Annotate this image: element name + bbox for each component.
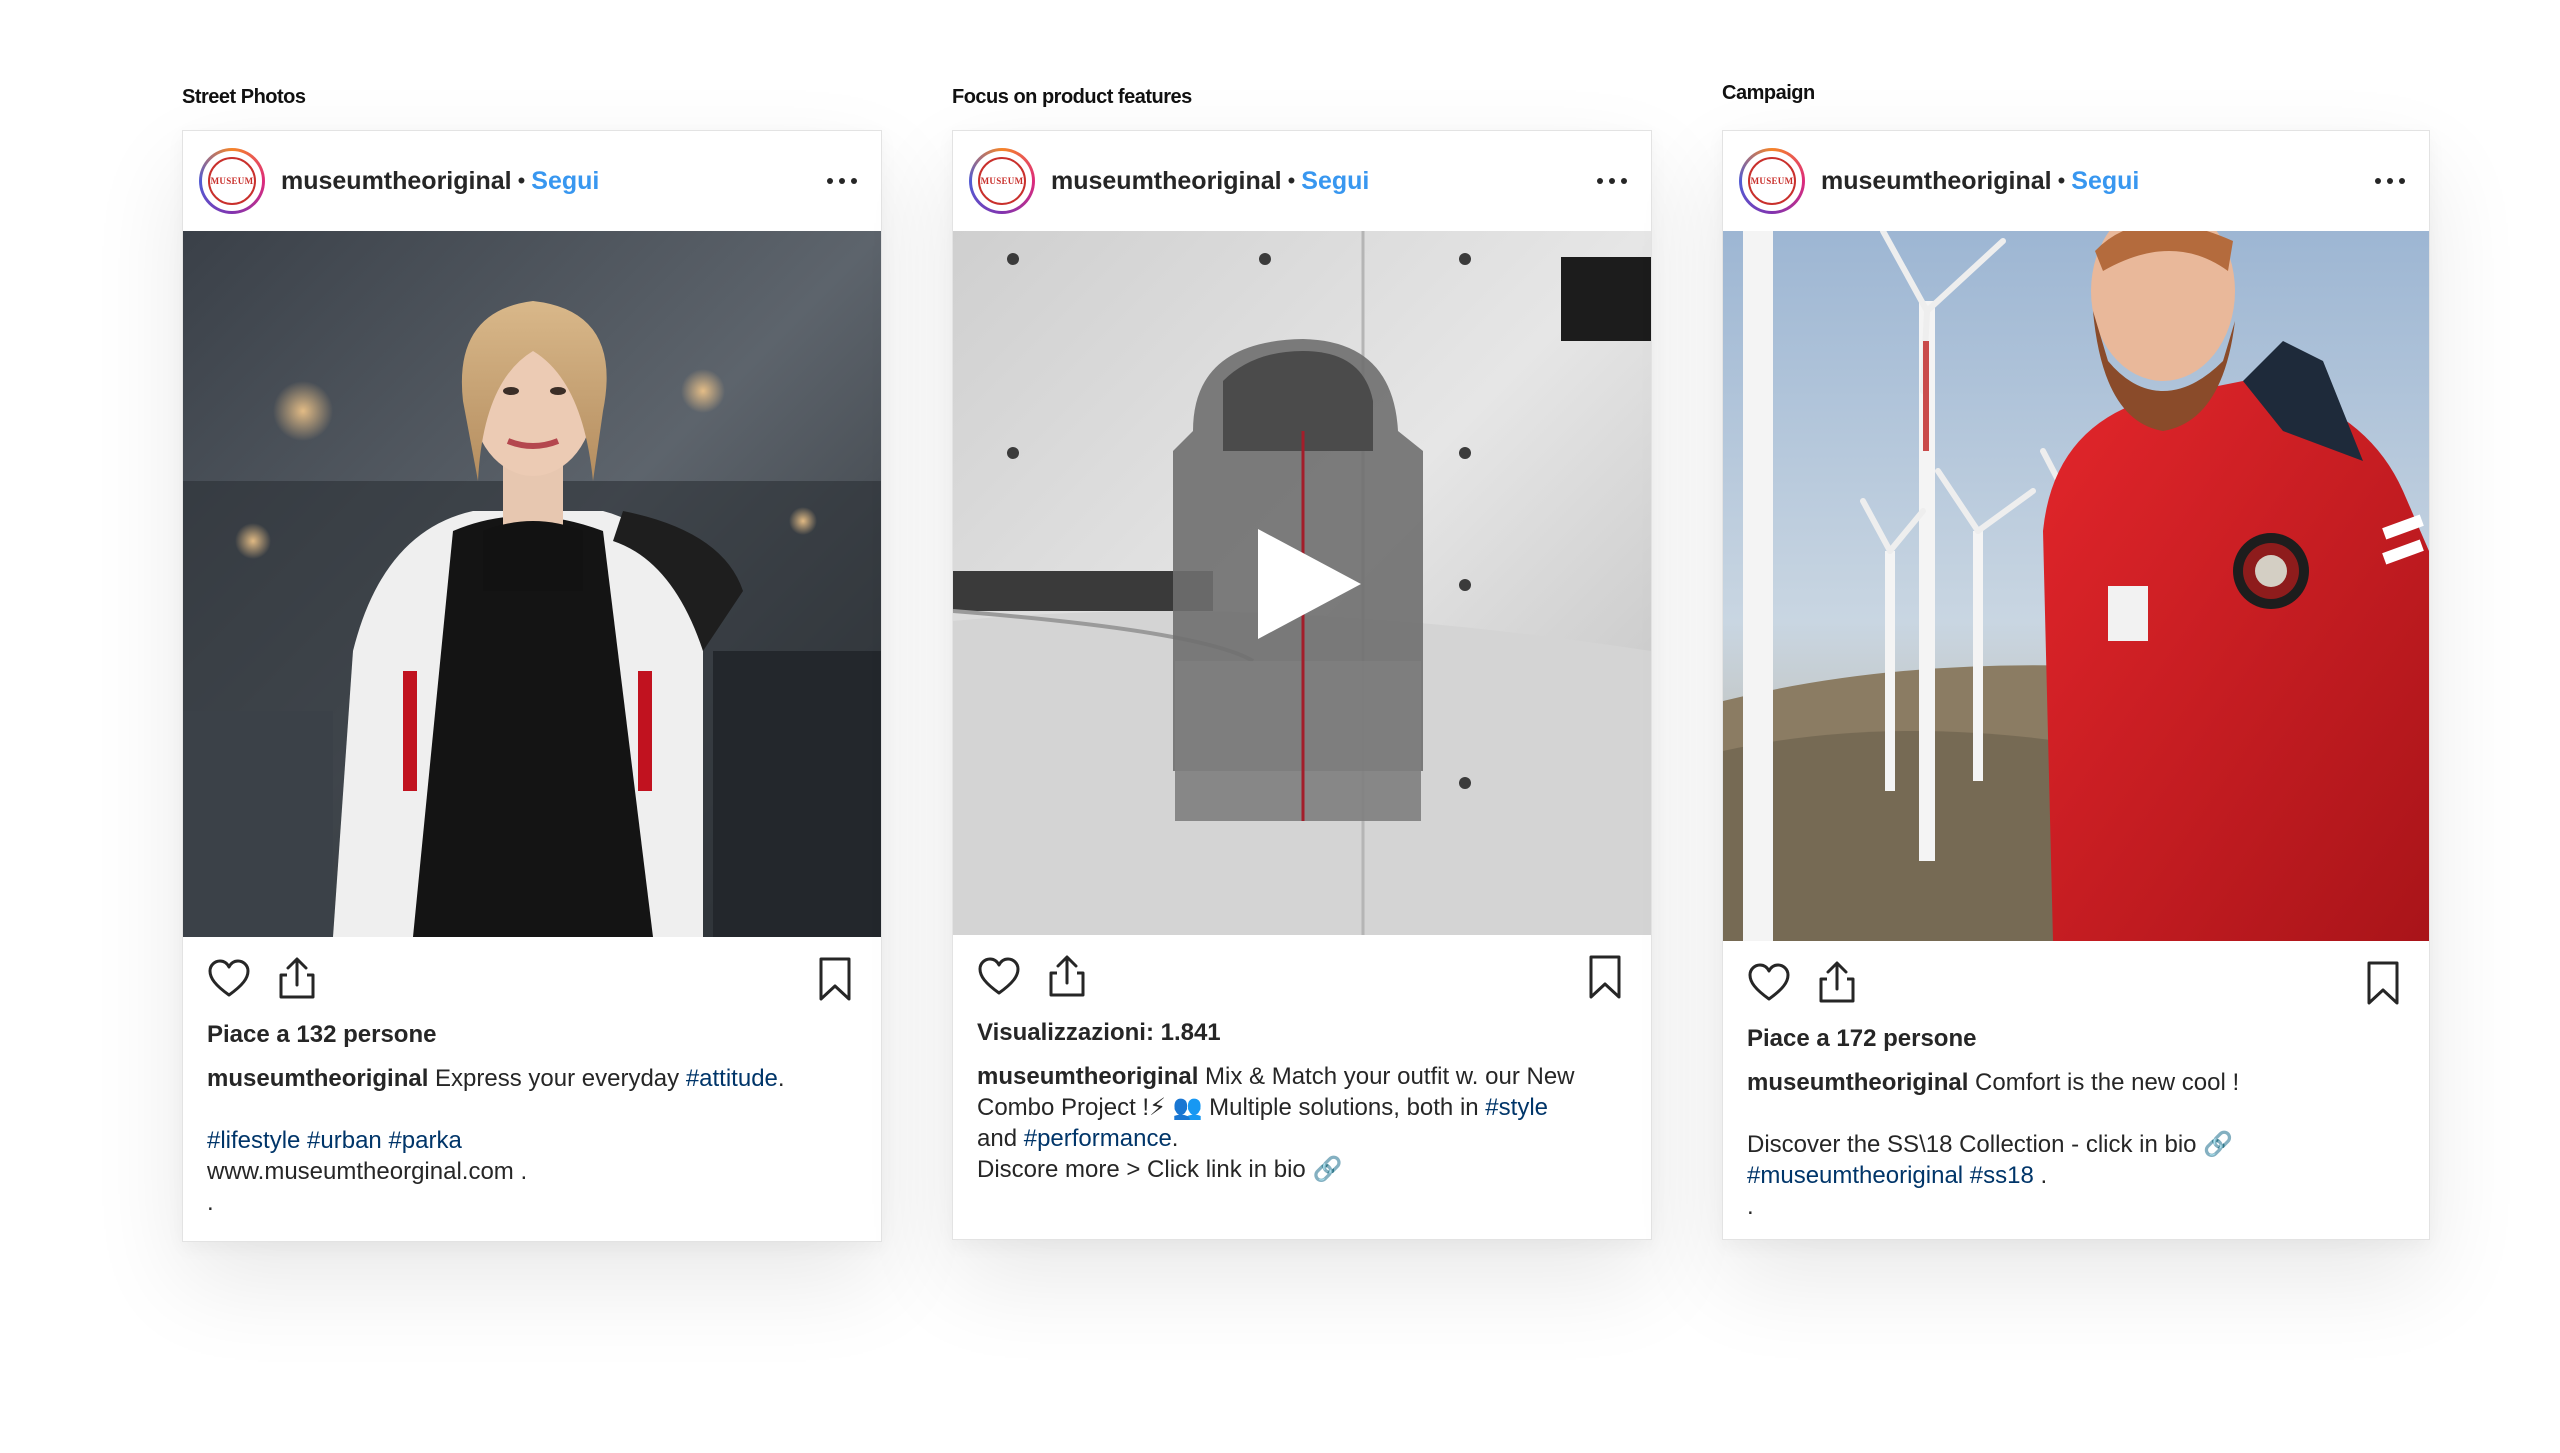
post-video[interactable] xyxy=(953,231,1651,935)
post-header: MUSEUM museumtheoriginal • Segui xyxy=(1723,131,2429,231)
heart-icon[interactable] xyxy=(205,955,253,1003)
username[interactable]: museumtheoriginal xyxy=(1051,167,1282,196)
post-actions xyxy=(953,935,1651,1019)
post-header: MUSEUM museumtheoriginal • Segui xyxy=(953,131,1651,231)
caption-username[interactable]: museumtheoriginal xyxy=(977,1063,1198,1090)
share-icon[interactable] xyxy=(273,955,321,1003)
share-icon[interactable] xyxy=(1043,953,1091,1001)
share-icon[interactable] xyxy=(1813,959,1861,1007)
hashtags-line[interactable]: #museumtheoriginal #ss18 xyxy=(1747,1162,2034,1189)
caption-dot: . xyxy=(207,1189,214,1216)
post-caption: museumtheoriginal Comfort is the new coo… xyxy=(1723,1053,2429,1222)
post-caption: museumtheoriginal Express your everyday … xyxy=(183,1049,881,1218)
post-actions xyxy=(1723,941,2429,1025)
post-card-campaign: MUSEUM museumtheoriginal • Segui Piace a… xyxy=(1722,130,2430,1240)
hashtag-link[interactable]: #performance xyxy=(1024,1125,1172,1152)
bookmark-icon[interactable] xyxy=(811,955,859,1003)
caption-username[interactable]: museumtheoriginal xyxy=(207,1065,428,1092)
username[interactable]: museumtheoriginal xyxy=(1821,167,2052,196)
caption-line2: Combo Project !⚡ 👥 Multiple solutions, b… xyxy=(977,1094,1486,1121)
likes-count[interactable]: Piace a 132 persone xyxy=(183,1021,881,1049)
bookmark-icon[interactable] xyxy=(2359,959,2407,1007)
avatar[interactable]: MUSEUM xyxy=(969,148,1035,214)
avatar[interactable]: MUSEUM xyxy=(1739,148,1805,214)
post-image[interactable] xyxy=(183,231,881,937)
username[interactable]: museumtheoriginal xyxy=(281,167,512,196)
section-label-product-features: Focus on product features xyxy=(952,86,1192,108)
likes-count[interactable]: Piace a 172 persone xyxy=(1723,1025,2429,1053)
separator: • xyxy=(2057,168,2066,193)
bookmark-icon[interactable] xyxy=(1581,953,1629,1001)
post-card-product: MUSEUM museumtheoriginal • Segui Visuali… xyxy=(952,130,1652,1240)
section-label-campaign: Campaign xyxy=(1722,82,1815,104)
caption-line2: Discover the SS\18 Collection - click in… xyxy=(1747,1131,2234,1158)
post-header: MUSEUM museumtheoriginal • Segui xyxy=(183,131,881,231)
hashtag-link[interactable]: #attitude xyxy=(686,1065,778,1092)
caption-url: www.museumtheorginal.com . xyxy=(207,1158,528,1185)
follow-button[interactable]: Segui xyxy=(1301,167,1369,196)
post-image[interactable] xyxy=(1723,231,2429,941)
post-actions xyxy=(183,937,881,1021)
caption-dot: . xyxy=(1747,1193,1754,1220)
avatar[interactable]: MUSEUM xyxy=(199,148,265,214)
heart-icon[interactable] xyxy=(975,953,1023,1001)
caption-username[interactable]: museumtheoriginal xyxy=(1747,1069,1968,1096)
separator: • xyxy=(517,168,526,193)
more-dots-icon[interactable] xyxy=(827,171,857,191)
hashtag-link[interactable]: #style xyxy=(1485,1094,1548,1121)
section-label-street-photos: Street Photos xyxy=(182,86,306,108)
follow-button[interactable]: Segui xyxy=(531,167,599,196)
views-count[interactable]: Visualizzazioni: 1.841 xyxy=(953,1019,1651,1047)
caption-line4: Discore more > Click link in bio 🔗 xyxy=(977,1156,1343,1183)
hashtags-line[interactable]: #lifestyle #urban #parka xyxy=(207,1125,857,1156)
avatar-logo-text: MUSEUM xyxy=(210,176,254,186)
caption-text: Mix & Match your outfit w. our New xyxy=(1198,1063,1575,1090)
avatar-logo-text: MUSEUM xyxy=(980,176,1024,186)
caption-end: . xyxy=(1171,1125,1179,1152)
caption-line3: and xyxy=(977,1125,1024,1152)
heart-icon[interactable] xyxy=(1745,959,1793,1007)
separator: • xyxy=(1287,168,1296,193)
caption-text: Comfort is the new cool ! xyxy=(1968,1069,2240,1096)
more-dots-icon[interactable] xyxy=(2375,171,2405,191)
more-dots-icon[interactable] xyxy=(1597,171,1627,191)
follow-button[interactable]: Segui xyxy=(2071,167,2139,196)
caption-end: . xyxy=(777,1065,785,1092)
post-caption: museumtheoriginal Mix & Match your outfi… xyxy=(953,1047,1651,1185)
caption-end: . xyxy=(2033,1162,2048,1189)
avatar-logo-text: MUSEUM xyxy=(1750,176,1794,186)
caption-text: Express your everyday xyxy=(428,1065,686,1092)
post-card-street: MUSEUM museumtheoriginal • Segui Piace a… xyxy=(182,130,882,1242)
